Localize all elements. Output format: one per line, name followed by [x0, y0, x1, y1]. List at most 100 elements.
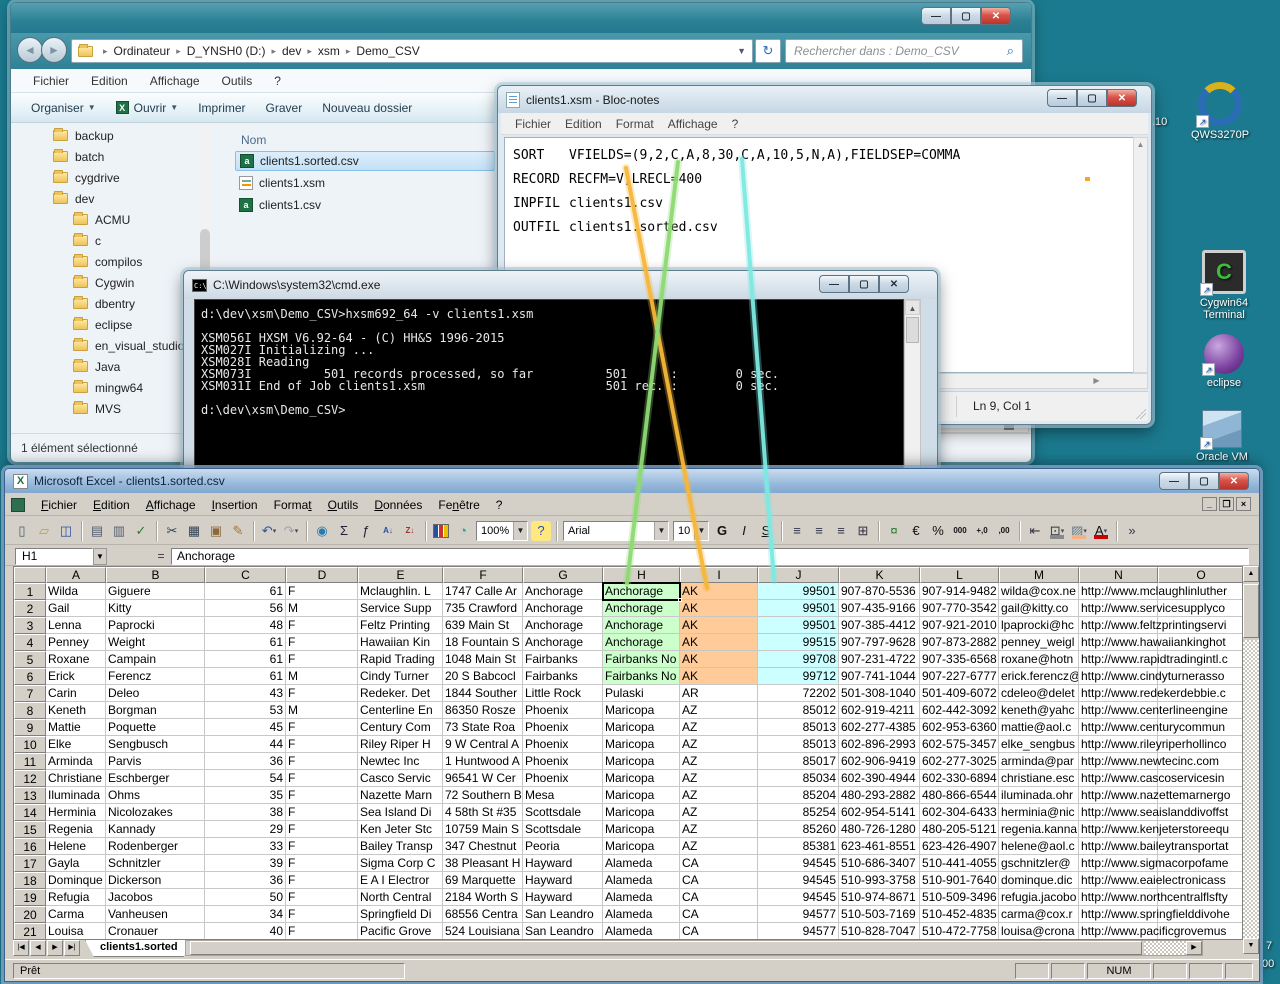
cell-J16[interactable]: 85381 [758, 838, 839, 855]
cell-B2[interactable]: Kitty [106, 600, 205, 617]
cell-J9[interactable]: 85013 [758, 719, 839, 736]
cell-B5[interactable]: Campain [106, 651, 205, 668]
refresh-button[interactable]: ↻ [755, 39, 781, 63]
cell-I8[interactable]: AZ [680, 702, 758, 719]
cell-A7[interactable]: Carin [46, 685, 106, 702]
notepad-vscrollbar[interactable]: ▲ [1133, 137, 1148, 373]
cell-M15[interactable]: regenia.kanna [999, 821, 1079, 838]
column-header-J[interactable]: J [758, 567, 839, 583]
copy-icon[interactable]: ▦ [184, 521, 204, 541]
cell-I21[interactable]: CA [680, 923, 758, 940]
cell-A12[interactable]: Christiane [46, 770, 106, 787]
cell-F15[interactable]: 10759 Main S [443, 821, 523, 838]
menu-item[interactable]: Affichage [668, 117, 718, 131]
cell-J17[interactable]: 94545 [758, 855, 839, 872]
close-button[interactable]: ✕ [1107, 89, 1137, 107]
cell-K21[interactable]: 510-828-7047 [839, 923, 920, 940]
cell-H5[interactable]: Fairbanks No [603, 651, 680, 668]
paste-icon[interactable]: ▣ [206, 521, 226, 541]
cell-H3[interactable]: Anchorage [603, 617, 680, 634]
new-document-icon[interactable]: ▯ [12, 521, 32, 541]
spelling-icon[interactable]: ✓ [131, 521, 151, 541]
cell-D2[interactable]: M [286, 600, 358, 617]
cell-G11[interactable]: Phoenix [523, 753, 603, 770]
cell-L16[interactable]: 623-426-4907 [920, 838, 999, 855]
forward-button[interactable]: ► [41, 37, 67, 63]
cell-F6[interactable]: 20 S Babcocl [443, 668, 523, 685]
cell-E17[interactable]: Sigma Corp C [358, 855, 443, 872]
cell-E4[interactable]: Hawaiian Kin [358, 634, 443, 651]
tree-item-batch[interactable]: batch [15, 146, 199, 167]
cell-K11[interactable]: 602-906-9419 [839, 753, 920, 770]
menu-item[interactable]: Edition [565, 117, 602, 131]
cell-N3[interactable]: http://www.feltzprintingservi [1079, 617, 1158, 634]
cell-K9[interactable]: 602-277-4385 [839, 719, 920, 736]
cell-I12[interactable]: AZ [680, 770, 758, 787]
file-item[interactable]: clients1.xsm [235, 173, 495, 193]
row-header-5[interactable]: 5 [14, 651, 46, 668]
column-header-L[interactable]: L [920, 567, 999, 583]
grid-hscrollbar[interactable]: ▶ [185, 940, 1203, 956]
vscroll-thumb[interactable] [1243, 584, 1259, 638]
row-header-15[interactable]: 15 [14, 821, 46, 838]
cell-M13[interactable]: iluminada.ohr [999, 787, 1079, 804]
cell-D5[interactable]: F [286, 651, 358, 668]
cell-M5[interactable]: roxane@hotn [999, 651, 1079, 668]
cell-G6[interactable]: Fairbanks [523, 668, 603, 685]
cell-C6[interactable]: 61 [205, 668, 286, 685]
minimize-button[interactable]: — [1047, 89, 1077, 107]
cell-A17[interactable]: Gayla [46, 855, 106, 872]
chevron-down-icon[interactable]: ▼ [654, 522, 668, 540]
cell-L21[interactable]: 510-472-7758 [920, 923, 999, 940]
cell-B20[interactable]: Vanheusen [106, 906, 205, 923]
cell-K19[interactable]: 510-974-8671 [839, 889, 920, 906]
cell-B9[interactable]: Poquette [106, 719, 205, 736]
column-header-E[interactable]: E [358, 567, 443, 583]
menu-item[interactable]: Fichier [515, 117, 551, 131]
cell-B13[interactable]: Ohms [106, 787, 205, 804]
cell-N1[interactable]: http://www.mclaughlinluther [1079, 583, 1158, 600]
tree-item-mvs[interactable]: MVS [15, 398, 199, 415]
desktop-icon-oracle-vm[interactable]: ↗ Oracle VM [1184, 410, 1260, 463]
cell-L19[interactable]: 510-509-3496 [920, 889, 999, 906]
cell-I14[interactable]: AZ [680, 804, 758, 821]
cell-J10[interactable]: 85013 [758, 736, 839, 753]
cell-I9[interactable]: AZ [680, 719, 758, 736]
cell-D11[interactable]: F [286, 753, 358, 770]
cell-C2[interactable]: 56 [205, 600, 286, 617]
cell-F1[interactable]: 1747 Calle Ar [443, 583, 523, 600]
cell-E2[interactable]: Service Supp [358, 600, 443, 617]
cell-G5[interactable]: Fairbanks [523, 651, 603, 668]
formula-input[interactable]: Anchorage [171, 548, 1249, 565]
cell-G18[interactable]: Hayward [523, 872, 603, 889]
zoom-combo[interactable]: 100%▼ [476, 521, 528, 541]
cell-F7[interactable]: 1844 Souther [443, 685, 523, 702]
cell-I18[interactable]: CA [680, 872, 758, 889]
notepad-title-bar[interactable]: clients1.xsm - Bloc-notes — ▢ ✕ [498, 86, 1151, 113]
column-header-D[interactable]: D [286, 567, 358, 583]
row-header-10[interactable]: 10 [14, 736, 46, 753]
column-header-G[interactable]: G [523, 567, 603, 583]
column-header-C[interactable]: C [205, 567, 286, 583]
cell-K4[interactable]: 907-797-9628 [839, 634, 920, 651]
align-left-icon[interactable]: ≡ [787, 521, 807, 541]
cell-H13[interactable]: Maricopa [603, 787, 680, 804]
drawing-icon[interactable]: ◔ [453, 521, 473, 541]
sort-descending-icon[interactable]: Z↓ [400, 521, 420, 541]
desktop-icon-cygwin64-terminal[interactable]: C ↗ Cygwin64 Terminal [1186, 250, 1262, 321]
cell-C1[interactable]: 61 [205, 583, 286, 600]
cell-E8[interactable]: Centerline En [358, 702, 443, 719]
cell-F16[interactable]: 347 Chestnut [443, 838, 523, 855]
breadcrumb-item[interactable]: Demo_CSV [356, 44, 419, 58]
cell-I16[interactable]: AZ [680, 838, 758, 855]
cut-icon[interactable]: ✂ [162, 521, 182, 541]
cell-G7[interactable]: Little Rock [523, 685, 603, 702]
cell-K15[interactable]: 480-726-1280 [839, 821, 920, 838]
scroll-down-icon[interactable]: ▼ [1243, 938, 1259, 954]
cell-B12[interactable]: Eschberger [106, 770, 205, 787]
cell-B21[interactable]: Cronauer [106, 923, 205, 940]
cell-C7[interactable]: 43 [205, 685, 286, 702]
cell-J7[interactable]: 72202 [758, 685, 839, 702]
last-sheet-icon[interactable]: ▶| [64, 940, 80, 956]
cell-K7[interactable]: 501-308-1040 [839, 685, 920, 702]
